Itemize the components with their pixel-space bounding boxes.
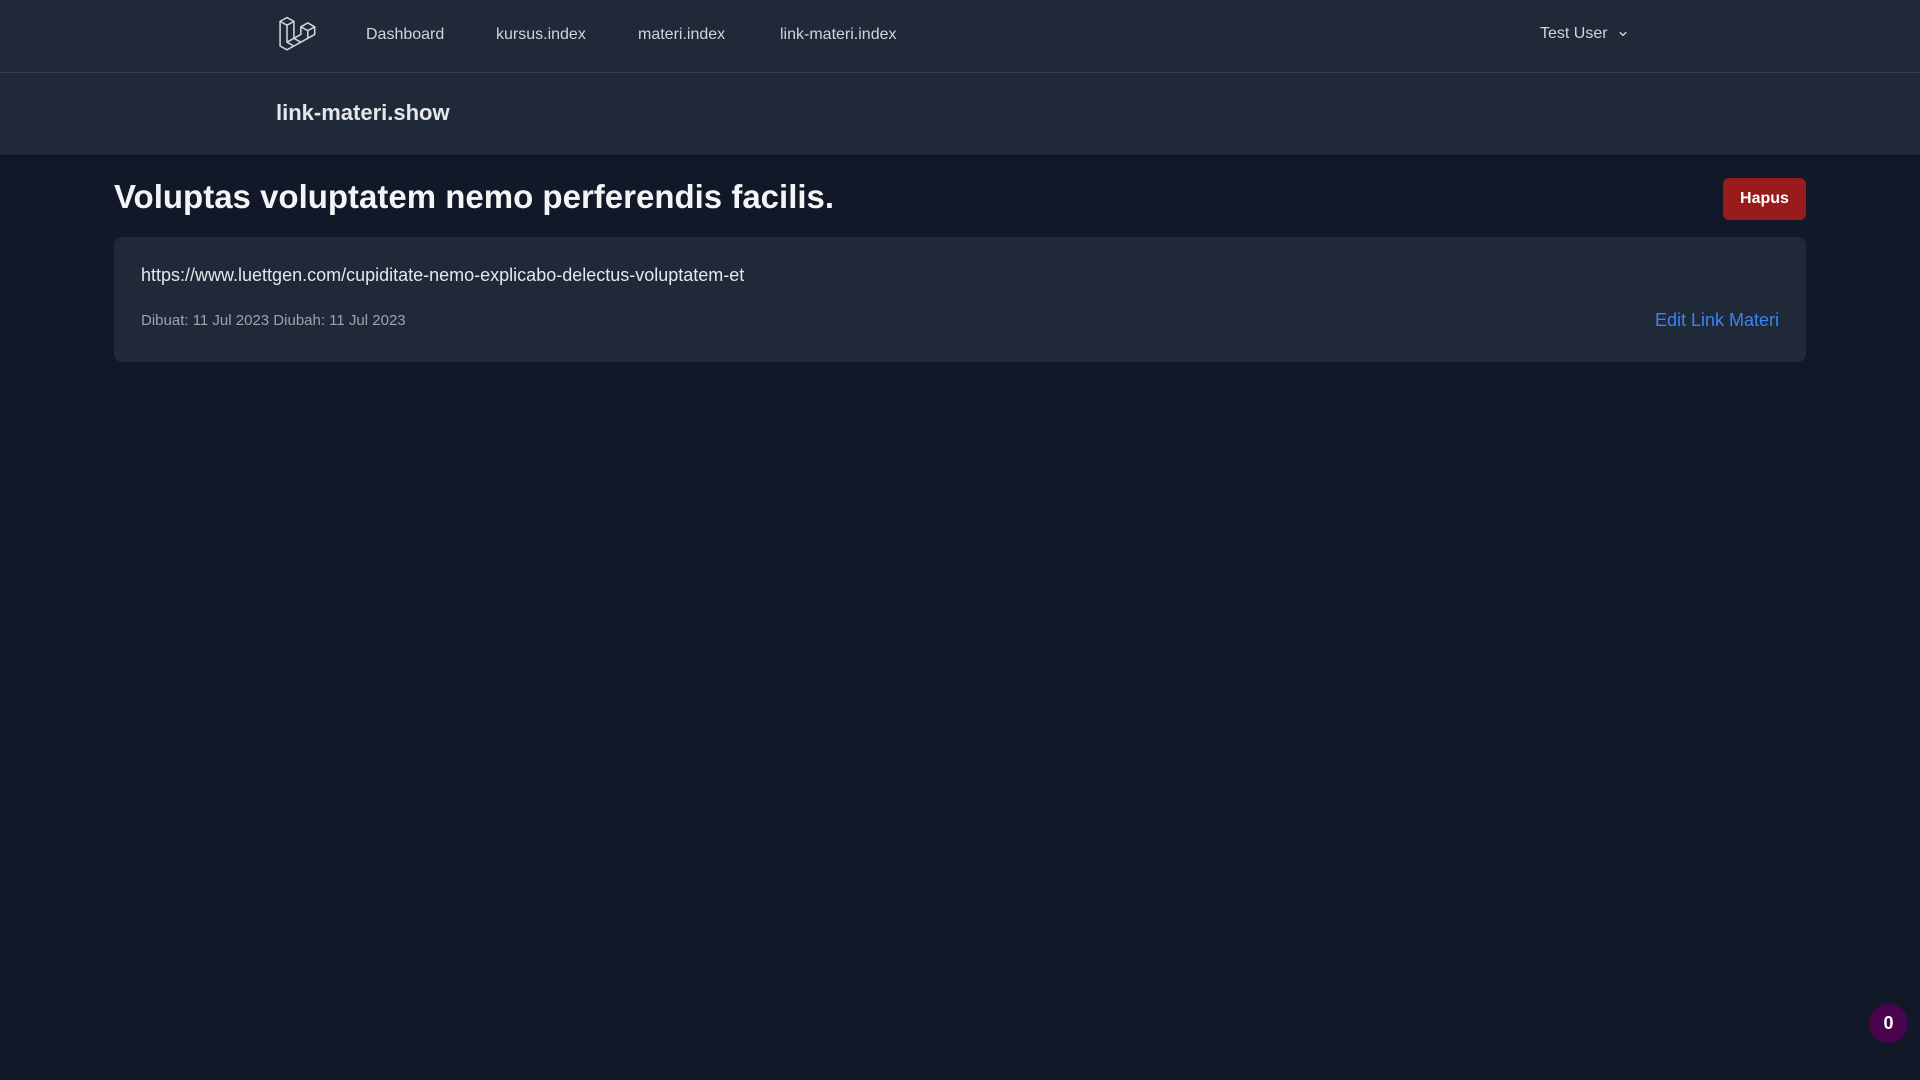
- nav-link-link-materi-index[interactable]: link-materi.index: [780, 26, 896, 44]
- chevron-down-icon: [1619, 31, 1627, 37]
- link-url: https://www.luettgen.com/cupiditate-nemo…: [141, 265, 745, 285]
- link-materi-title: Voluptas voluptatem nemo perferendis fac…: [114, 178, 835, 215]
- page-header: link-materi.show: [0, 73, 1920, 155]
- page-header-title: link-materi.show: [276, 100, 450, 125]
- user-menu-dropdown[interactable]: Test User: [1540, 25, 1630, 43]
- laravel-logo-icon[interactable]: [276, 16, 318, 56]
- edit-link-materi-link[interactable]: Edit Link Materi: [1655, 310, 1779, 331]
- nav-link-kursus-index[interactable]: kursus.index: [496, 26, 586, 44]
- delete-button[interactable]: Hapus: [1723, 178, 1806, 220]
- nav-link-materi-index[interactable]: materi.index: [638, 26, 725, 44]
- link-materi-card: https://www.luettgen.com/cupiditate-nemo…: [114, 237, 1806, 362]
- timestamps-text: Dibuat: 11 Jul 2023 Diubah: 11 Jul 2023: [141, 312, 406, 329]
- notification-count-badge[interactable]: 0: [1869, 1004, 1908, 1043]
- top-navbar: Dashboard kursus.index materi.index link…: [0, 0, 1920, 73]
- user-name: Test User: [1540, 25, 1608, 42]
- nav-link-dashboard[interactable]: Dashboard: [366, 26, 444, 44]
